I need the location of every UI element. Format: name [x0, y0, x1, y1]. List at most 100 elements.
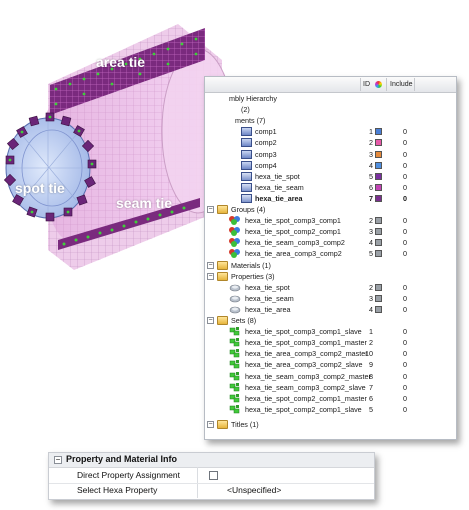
include-value[interactable]: 0 — [403, 393, 407, 404]
tree-item-group[interactable]: hexa_tie_spot_comp3_comp1 2 0 — [205, 215, 456, 226]
color-swatch[interactable] — [375, 139, 382, 147]
include-value[interactable]: 0 — [403, 160, 407, 171]
folder-icon — [217, 205, 228, 214]
direct-property-assignment-checkbox[interactable] — [209, 471, 218, 480]
tree-item-sets[interactable]: − Sets (8) — [205, 315, 456, 326]
tree-item-components[interactable]: ments (7) — [205, 115, 456, 126]
tree-item-set[interactable]: hexa_tie_spot_comp3_comp1_slave 1 0 — [205, 326, 456, 337]
tree-item-label: (2) — [241, 105, 250, 115]
collapse-icon[interactable]: − — [54, 456, 62, 464]
color-swatch[interactable] — [375, 172, 382, 180]
include-value[interactable]: 0 — [403, 371, 407, 382]
color-swatch[interactable] — [375, 150, 382, 158]
tree-item-property[interactable]: hexa_tie_seam 3 0 — [205, 293, 456, 304]
tree-item-set[interactable]: hexa_tie_seam_comp3_comp2_master 8 0 — [205, 371, 456, 382]
tree-item-assemblies[interactable]: (2) — [205, 104, 456, 115]
include-value[interactable]: 0 — [403, 193, 407, 204]
expand-toggle-icon[interactable]: − — [207, 420, 214, 428]
component-icon — [241, 138, 252, 148]
component-collector-icon — [241, 171, 252, 181]
expand-toggle-icon[interactable]: − — [207, 317, 214, 324]
tree-item-group[interactable]: hexa_tie_seam_comp3_comp2 4 0 — [205, 237, 456, 248]
tree-item-label: Groups (4) — [231, 205, 266, 214]
include-value[interactable]: 0 — [403, 126, 407, 137]
tree-item-label: hexa_tie_area_comp3_comp2 — [245, 249, 342, 259]
include-value[interactable]: 0 — [403, 359, 407, 370]
include-value[interactable]: 0 — [403, 337, 407, 348]
include-value[interactable]: 0 — [403, 215, 407, 226]
include-value[interactable]: 0 — [403, 226, 407, 237]
tree-item-set[interactable]: hexa_tie_spot_comp2_comp1_slave 5 0 — [205, 404, 456, 415]
include-value[interactable]: 0 — [403, 404, 407, 415]
tree-item-groups[interactable]: − Groups (4) — [205, 204, 456, 215]
select-hexa-property-value[interactable]: <Unspecified> — [227, 485, 281, 495]
include-value[interactable]: 0 — [403, 237, 407, 248]
tree-item-component[interactable]: comp3 3 0 — [205, 149, 456, 160]
color-swatch[interactable] — [375, 183, 382, 191]
model-browser-tree[interactable]: ID Include mbly Hierarchy (2) ments (7) com… — [204, 76, 457, 440]
tree-item-set[interactable]: hexa_tie_seam_comp3_comp2_slave 7 0 — [205, 382, 456, 393]
item-id: 1 — [369, 127, 373, 137]
tree-item-group[interactable]: hexa_tie_spot_comp2_comp1 3 0 — [205, 226, 456, 237]
tree-item-properties[interactable]: − Properties (3) — [205, 271, 456, 282]
item-id: 3 — [369, 227, 373, 237]
property-section-header[interactable]: − Property and Material Info — [49, 453, 374, 468]
seam-tie-label: seam tie — [116, 195, 173, 211]
include-value[interactable]: 0 — [403, 282, 407, 293]
tree-column-header: ID Include — [205, 77, 456, 93]
include-value[interactable]: 0 — [403, 137, 407, 148]
area-tie-label: area tie — [96, 54, 146, 70]
color-swatch[interactable] — [375, 294, 382, 302]
id-column-header[interactable]: ID — [363, 77, 370, 92]
item-id: 5 — [369, 404, 373, 414]
set-icon — [229, 338, 241, 347]
include-value[interactable]: 0 — [403, 248, 407, 259]
property-material-panel: − Property and Material Info Direct Prop… — [48, 452, 375, 500]
include-value[interactable]: 0 — [403, 326, 407, 337]
color-swatch[interactable] — [375, 217, 382, 225]
tree-item-set[interactable]: hexa_tie_area_comp3_comp2_slave 9 0 — [205, 359, 456, 370]
tree-item-set[interactable]: hexa_tie_spot_comp2_comp1_master 6 0 — [205, 393, 456, 404]
include-column-header[interactable]: Include — [390, 77, 413, 92]
expand-toggle-icon[interactable]: − — [207, 272, 214, 280]
tree-item-titles[interactable]: − Titles (1) — [205, 419, 456, 430]
tree-item-property[interactable]: hexa_tie_area 4 0 — [205, 304, 456, 315]
color-swatch[interactable] — [375, 128, 382, 136]
tree-item-set[interactable]: hexa_tie_spot_comp3_comp1_master 2 0 — [205, 337, 456, 348]
color-swatch[interactable] — [375, 250, 382, 258]
color-swatch[interactable] — [375, 194, 382, 202]
include-value[interactable]: 0 — [403, 149, 407, 160]
color-swatch[interactable] — [375, 161, 382, 169]
spot-tie-label: spot tie — [15, 180, 65, 196]
tree-item-component[interactable]: hexa_tie_seam 6 0 — [205, 182, 456, 193]
color-swatch[interactable] — [375, 283, 382, 291]
expand-toggle-icon[interactable]: − — [207, 261, 214, 269]
item-id: 5 — [369, 171, 373, 181]
tree-item-set[interactable]: hexa_tie_area_comp3_comp2_master 10 0 — [205, 348, 456, 359]
tree-item-component[interactable]: comp2 2 0 — [205, 137, 456, 148]
color-swatch[interactable] — [375, 228, 382, 236]
tree-item-component[interactable]: hexa_tie_spot 5 0 — [205, 171, 456, 182]
tree-item-label: mbly Hierarchy — [229, 94, 277, 103]
tree-item-group[interactable]: hexa_tie_area_comp3_comp2 5 0 — [205, 248, 456, 259]
tree-item-component[interactable]: comp4 4 0 — [205, 160, 456, 171]
color-swatch[interactable] — [375, 239, 382, 247]
tree-item-materials[interactable]: − Materials (1) — [205, 260, 456, 271]
group-icon — [229, 216, 241, 226]
include-value[interactable]: 0 — [403, 293, 407, 304]
tree-item-assembly-hierarchy[interactable]: mbly Hierarchy — [205, 93, 456, 104]
include-value[interactable]: 0 — [403, 182, 407, 193]
tree-item-component[interactable]: comp1 1 0 — [205, 126, 456, 137]
tree-item-label: comp3 — [255, 149, 277, 159]
tree-item-label: hexa_tie_seam_comp3_comp2_master — [245, 371, 371, 381]
include-value[interactable]: 0 — [403, 382, 407, 393]
expand-toggle-icon[interactable]: − — [207, 206, 214, 213]
component-collector-icon — [241, 193, 252, 203]
tree-item-property[interactable]: hexa_tie_spot 2 0 — [205, 282, 456, 293]
tree-item-label: hexa_tie_spot_comp3_comp1_master — [245, 338, 367, 348]
include-value[interactable]: 0 — [403, 348, 407, 359]
include-value[interactable]: 0 — [403, 304, 407, 315]
color-swatch[interactable] — [375, 305, 382, 313]
tree-item-component[interactable]: hexa_tie_area 7 0 — [205, 193, 456, 204]
include-value[interactable]: 0 — [403, 171, 407, 182]
